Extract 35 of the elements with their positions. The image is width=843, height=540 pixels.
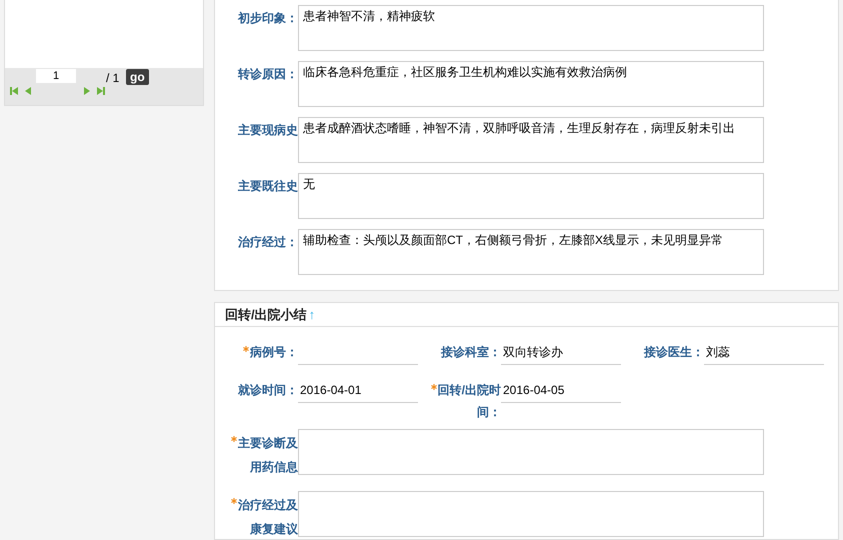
field-label: 回转/出院时间： bbox=[418, 379, 501, 423]
field-label: 初步印象： bbox=[236, 10, 298, 27]
required-asterisk-icon bbox=[231, 498, 237, 504]
text-area[interactable]: 无 bbox=[298, 173, 764, 219]
text-field[interactable]: 2016-04-05 bbox=[501, 379, 621, 403]
text-area[interactable] bbox=[298, 429, 764, 475]
text-field[interactable]: 2016-04-01 bbox=[298, 379, 418, 403]
text-field[interactable]: 刘蕊 bbox=[704, 341, 824, 365]
field-label: 转诊原因： bbox=[236, 66, 298, 83]
required-asterisk-icon bbox=[231, 436, 237, 442]
required-asterisk-icon bbox=[430, 384, 437, 390]
text-field[interactable]: 双向转诊办 bbox=[501, 341, 621, 365]
text-area[interactable]: 患者成醉酒状态嗜睡，神智不清，双肺呼吸音清，生理反射存在，病理反射未引出 bbox=[298, 117, 764, 163]
field-label: 接诊医生： bbox=[642, 344, 704, 361]
text-area[interactable]: 临床各急科危重症，社区服务卫生机构难以实施有效救治病例 bbox=[298, 61, 764, 107]
previous-page-icon[interactable] bbox=[25, 86, 32, 96]
field-label: 治疗经过及康复建议 bbox=[226, 493, 298, 539]
field-label: 就诊时间： bbox=[237, 382, 298, 399]
next-page-icon[interactable] bbox=[83, 86, 90, 96]
text-area[interactable] bbox=[298, 491, 764, 537]
field-label: 接诊科室： bbox=[440, 344, 501, 361]
field-label: 治疗经过： bbox=[237, 234, 298, 251]
text-area[interactable]: 辅助检查：头颅以及颜面部CT，右侧额弓骨折，左膝部X线显示，未见明显异常 bbox=[298, 229, 764, 275]
text-area[interactable]: 患者神智不清，精神疲软 bbox=[298, 5, 764, 51]
field-label: 主要既往史 bbox=[237, 178, 298, 195]
field-label: 病例号： bbox=[215, 341, 298, 365]
page-total: / 1 bbox=[106, 70, 120, 87]
field-label: 主要诊断及用药信息 bbox=[226, 431, 298, 479]
go-button[interactable]: go bbox=[126, 69, 149, 85]
first-page-icon[interactable] bbox=[9, 86, 19, 96]
last-page-icon[interactable] bbox=[96, 86, 106, 96]
field-label: 主要现病史 bbox=[237, 122, 298, 139]
required-asterisk-icon bbox=[243, 346, 249, 352]
page-input[interactable]: 1 bbox=[36, 69, 76, 83]
section-title: 回转/出院小结 bbox=[225, 306, 307, 324]
